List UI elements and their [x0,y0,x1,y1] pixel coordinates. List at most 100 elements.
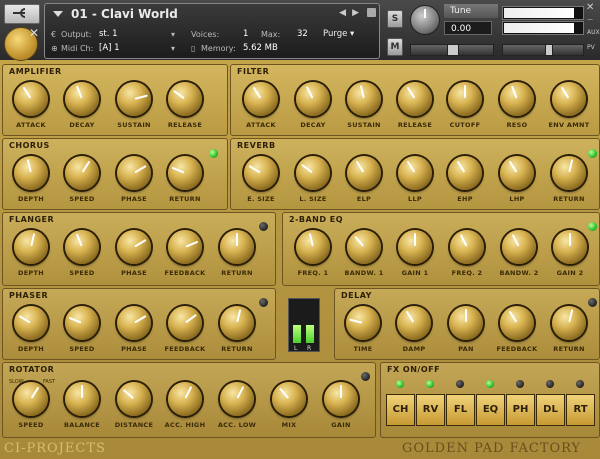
chorus-return-knob[interactable] [168,156,202,190]
tune-knob[interactable] [410,5,440,35]
reverb-ehp-knob[interactable] [448,156,482,190]
output-dropdown-icon[interactable]: ▾ [171,30,175,39]
midi-dropdown-icon[interactable]: ▾ [171,44,175,53]
pan-slider[interactable] [410,44,494,56]
max-value[interactable]: 32 [297,29,308,39]
mute-button[interactable]: M [387,38,403,56]
knob-pointer [405,310,415,323]
phaser-phase-knob[interactable] [117,306,151,340]
delay-pan-knob[interactable] [449,306,483,340]
reverb-llp-knob[interactable] [398,156,432,190]
instrument-name[interactable]: 01 - Clavi World [71,7,178,21]
knob-pointer [464,85,466,98]
knob-pointer [406,160,416,173]
pv-label[interactable]: PV [587,44,595,51]
filter-decay-knob[interactable] [296,82,330,116]
golden-pad-factory-logo: GOLDEN PAD FACTORY [402,441,582,456]
eq-freq-1-knob[interactable] [296,230,330,264]
fx-toggle-rt[interactable]: RT [566,394,595,426]
reverb-l-size-knob[interactable] [296,156,330,190]
chevron-down-icon[interactable] [53,11,63,17]
phaser-power-led[interactable] [259,298,268,307]
eq-gain-1-knob[interactable] [398,230,432,264]
output-value[interactable]: st. 1 [99,29,118,39]
reverb-title: REVERB [237,141,276,150]
pan-slider-thumb[interactable] [447,44,459,56]
minimize-icon[interactable]: — [587,16,593,23]
fx-toggle-ch[interactable]: CH [386,394,415,426]
fx-toggle-ph[interactable]: PH [506,394,535,426]
chorus-depth-knob[interactable] [14,156,48,190]
flanger-depth-knob[interactable] [14,230,48,264]
max-label: Max: [261,30,281,39]
flanger-speed-knob[interactable] [65,230,99,264]
amplifier-sustain-knob[interactable] [117,82,151,116]
rotator-balance-knob[interactable] [65,382,99,416]
aux-label[interactable]: AUX [587,29,600,36]
delay-return-knob[interactable] [552,306,586,340]
eq-freq-2-knob[interactable] [450,230,484,264]
amplifier-decay-knob[interactable] [65,82,99,116]
eq-gain-2-knob[interactable] [553,230,587,264]
rotator-distance-knob[interactable] [117,382,151,416]
fx-toggle-rv[interactable]: RV [416,394,445,426]
rotator-mix-knob[interactable] [272,382,306,416]
tune-value[interactable]: 0.00 [444,21,492,35]
fx-toggle-fl[interactable]: FL [446,394,475,426]
rotator-speed-knob[interactable] [14,382,48,416]
solo-button[interactable]: S [387,10,403,28]
delay-feedback-knob[interactable] [500,306,534,340]
fx-toggle-eq[interactable]: EQ [476,394,505,426]
reverb-return-knob[interactable] [552,156,586,190]
camera-icon[interactable] [367,8,376,17]
chorus-speed-knob[interactable] [65,156,99,190]
phaser-speed-knob[interactable] [65,306,99,340]
chorus-phase-knob[interactable] [117,156,151,190]
reverb-lhp-knob[interactable] [500,156,534,190]
eq-bandw-2-knob[interactable] [502,230,536,264]
midi-value[interactable]: [A] 1 [99,43,120,53]
filter-reso-knob[interactable] [500,82,534,116]
phaser-return-knob[interactable] [220,306,254,340]
flanger-power-led[interactable] [259,222,268,231]
close-instrument-icon[interactable]: ✕ [586,2,594,13]
filter-release-knob[interactable] [398,82,432,116]
purge-dropdown[interactable]: Purge ▾ [323,29,373,41]
filter-attack-knob[interactable] [244,82,278,116]
filter-env-amnt-knob[interactable] [552,82,586,116]
phaser-feedback-knob[interactable] [168,306,202,340]
knob-pointer [134,165,147,174]
reverb-elp-knob[interactable] [347,156,381,190]
phaser-depth-knob[interactable] [14,306,48,340]
flanger-return-knob[interactable] [220,230,254,264]
amplifier-attack-knob[interactable] [14,82,48,116]
flanger-phase-knob[interactable] [117,230,151,264]
rotator-acc-low-knob[interactable] [220,382,254,416]
amplifier-release-knob[interactable] [168,82,202,116]
fx-toggle-dl[interactable]: DL [536,394,565,426]
wrench-button[interactable] [4,4,40,24]
knob-pointer [459,234,468,247]
filter-sustain-knob[interactable] [347,82,381,116]
volume-slider-thumb[interactable] [545,44,553,56]
rotator-power-led[interactable] [361,372,370,381]
midi-label: Midi Ch: [61,44,94,53]
prev-next-arrows[interactable]: ◀▶ [339,8,365,18]
delay-power-led[interactable] [588,298,597,307]
reverb-power-led[interactable] [588,149,597,158]
knob-label: MIX [281,421,297,429]
reverb-e-size-knob[interactable] [244,156,278,190]
filter-cutoff-knob[interactable] [448,82,482,116]
delay-time-knob[interactable] [346,306,380,340]
flanger-feedback-knob[interactable] [168,230,202,264]
rotator-gain-knob[interactable] [324,382,358,416]
delay-damp-knob[interactable] [397,306,431,340]
level-meter-right [502,21,584,35]
instrument-logo[interactable]: ✕ [4,26,39,61]
eq-bandw-1-knob[interactable] [347,230,381,264]
knob-pointer [359,85,365,99]
rotator-acc-high-knob[interactable] [168,382,202,416]
volume-slider[interactable] [502,44,584,56]
eq-power-led[interactable] [588,222,597,231]
chorus-power-led[interactable] [209,149,218,158]
